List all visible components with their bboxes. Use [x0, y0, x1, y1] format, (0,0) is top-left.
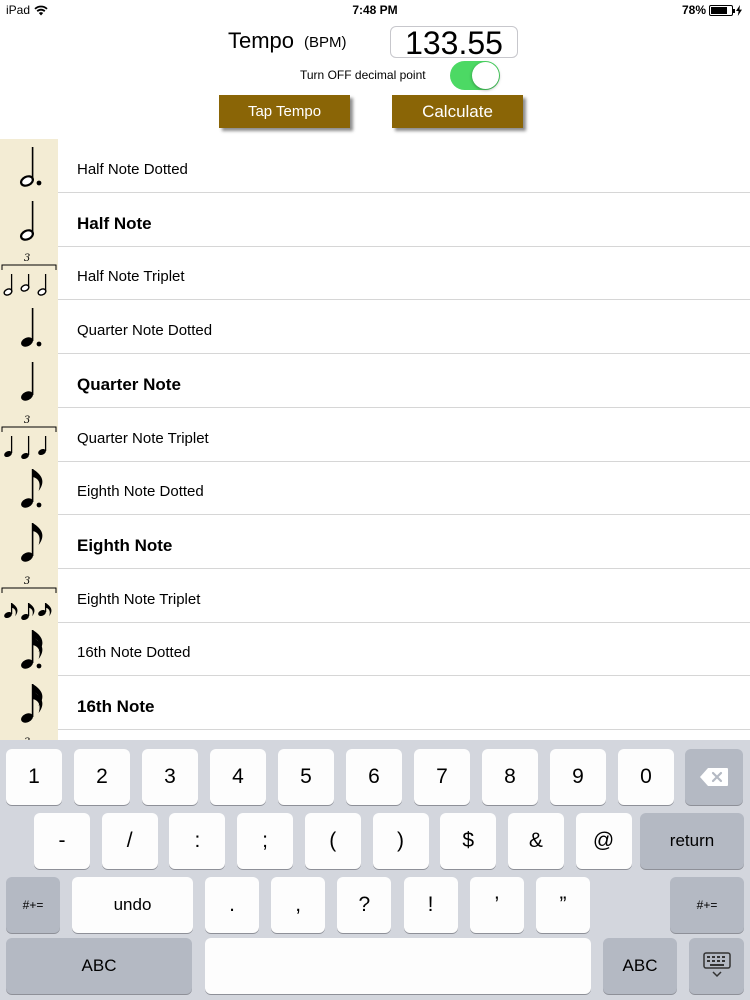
battery-level — [711, 6, 727, 14]
quarter-note-triplet-icon: 3 — [1, 415, 57, 459]
battery-percent: 78% — [681, 3, 706, 17]
note-row[interactable]: 3 Eighth Note Triplet — [0, 569, 750, 623]
quarter-note-icon — [21, 361, 34, 401]
note-row-label: Eighth Note Dotted — [77, 483, 204, 501]
key[interactable]: ( — [304, 813, 361, 869]
symbols-key-left[interactable]: #+= — [6, 877, 60, 933]
key[interactable]: ! — [403, 877, 458, 933]
key[interactable]: 6 — [346, 749, 402, 805]
note-row[interactable]: 16th Note — [0, 676, 750, 730]
charging-icon — [736, 4, 742, 16]
svg-text:3: 3 — [24, 576, 30, 587]
key[interactable]: 9 — [550, 749, 606, 805]
tap-tempo-button[interactable]: Tap Tempo — [219, 95, 350, 128]
note-row[interactable]: Half Note Dotted — [0, 139, 750, 193]
space-key[interactable] — [205, 938, 591, 994]
status-time: 7:48 PM — [352, 3, 398, 17]
note-row-label: 16th Note Dotted — [77, 644, 191, 662]
note-row-label: Eighth Note — [77, 535, 173, 555]
sixteenth-note-icon — [21, 684, 43, 723]
note-row[interactable]: Half Note — [0, 193, 750, 247]
decimal-toggle-label: Turn OFF decimal point — [300, 68, 426, 82]
key[interactable]: & — [507, 813, 564, 869]
dismiss-keyboard-key[interactable] — [689, 938, 744, 994]
note-row[interactable]: 3 Quarter Note Triplet — [0, 408, 750, 462]
calculate-button[interactable]: Calculate — [392, 95, 523, 128]
tempo-unit-label: (BPM) — [304, 34, 347, 51]
key[interactable]: ? — [337, 877, 392, 933]
key[interactable]: , — [271, 877, 326, 933]
tempo-label: Tempo — [228, 28, 295, 53]
status-right: 78% — [682, 3, 742, 17]
key[interactable]: $ — [440, 813, 497, 869]
note-row-label: Half Note — [77, 213, 152, 233]
note-row-label: Quarter Note — [77, 374, 181, 394]
key[interactable]: ” — [536, 877, 590, 933]
delete-key[interactable] — [685, 749, 743, 805]
half-note-icon — [19, 200, 35, 241]
note-row[interactable]: Quarter Note Dotted — [0, 300, 750, 355]
note-row[interactable]: Eighth Note — [0, 515, 750, 569]
return-key[interactable]: return — [640, 813, 744, 869]
note-row-label: 16th Note — [77, 697, 155, 716]
key[interactable]: / — [101, 813, 158, 869]
eighth-note-icon — [21, 522, 43, 562]
key[interactable]: 4 — [210, 749, 266, 805]
key[interactable]: ; — [237, 813, 294, 869]
keyboard-hide-icon — [702, 952, 731, 978]
key[interactable]: 2 — [74, 749, 130, 805]
key[interactable]: 1 — [6, 749, 62, 805]
key[interactable]: 5 — [278, 749, 334, 805]
status-bar: iPad 7:48 PM 78% — [0, 0, 750, 20]
backspace-icon — [700, 768, 728, 786]
note-row-label: Quarter Note Dotted — [77, 322, 213, 340]
battery-icon — [709, 4, 735, 16]
sixteenth-note-dotted-icon — [21, 630, 43, 669]
key[interactable]: 3 — [142, 749, 198, 805]
note-row-label: Half Note Triplet — [77, 268, 185, 286]
abc-key-left[interactable]: ABC — [6, 938, 192, 994]
keyboard: return #+= undo #+= ABC ABC 1 2 3 4 5 6 7 8 9 0 - /… — [0, 740, 750, 1000]
note-row[interactable]: Eighth Note Dotted — [0, 461, 750, 516]
key[interactable]: . — [205, 877, 259, 933]
decimal-toggle[interactable] — [450, 61, 500, 90]
eighth-note-dotted-icon — [21, 469, 43, 508]
note-row[interactable]: 3 Half Note Triplet — [0, 246, 750, 301]
half-note-triplet-icon: 3 — [1, 253, 57, 297]
key[interactable]: 8 — [482, 749, 538, 805]
quarter-note-dotted-icon — [21, 308, 42, 347]
note-row[interactable]: 16th Note Dotted — [0, 622, 750, 677]
abc-key-right[interactable]: ABC — [603, 938, 677, 994]
app-screen: iPad 7:48 PM 78% Tempo (BPM) 133.55 Turn… — [0, 0, 750, 1000]
note-list: Half Note Dotted Half Note 3 Half Note Trip… — [0, 139, 750, 744]
eighth-note-triplet-icon: 3 — [1, 576, 57, 620]
key[interactable]: @ — [575, 813, 632, 869]
undo-key[interactable]: undo — [72, 877, 193, 933]
key[interactable]: ) — [372, 813, 429, 869]
note-row-label: Half Note Dotted — [77, 161, 188, 178]
key[interactable]: 0 — [618, 749, 674, 805]
key[interactable]: - — [34, 813, 90, 869]
svg-text:3: 3 — [24, 253, 30, 264]
key[interactable]: 7 — [414, 749, 470, 805]
half-note-dotted-icon — [19, 147, 42, 187]
toggle-knob — [472, 62, 499, 89]
symbols-key-right[interactable]: #+= — [670, 877, 744, 933]
tempo-input[interactable]: 133.55 — [390, 26, 518, 59]
note-row-label: Quarter Note Triplet — [77, 429, 209, 447]
key[interactable]: : — [169, 813, 226, 869]
note-row-label: Eighth Note Triplet — [77, 590, 201, 608]
svg-text:3: 3 — [24, 415, 30, 426]
key[interactable]: ’ — [469, 877, 524, 933]
note-row[interactable]: Quarter Note — [0, 354, 750, 408]
